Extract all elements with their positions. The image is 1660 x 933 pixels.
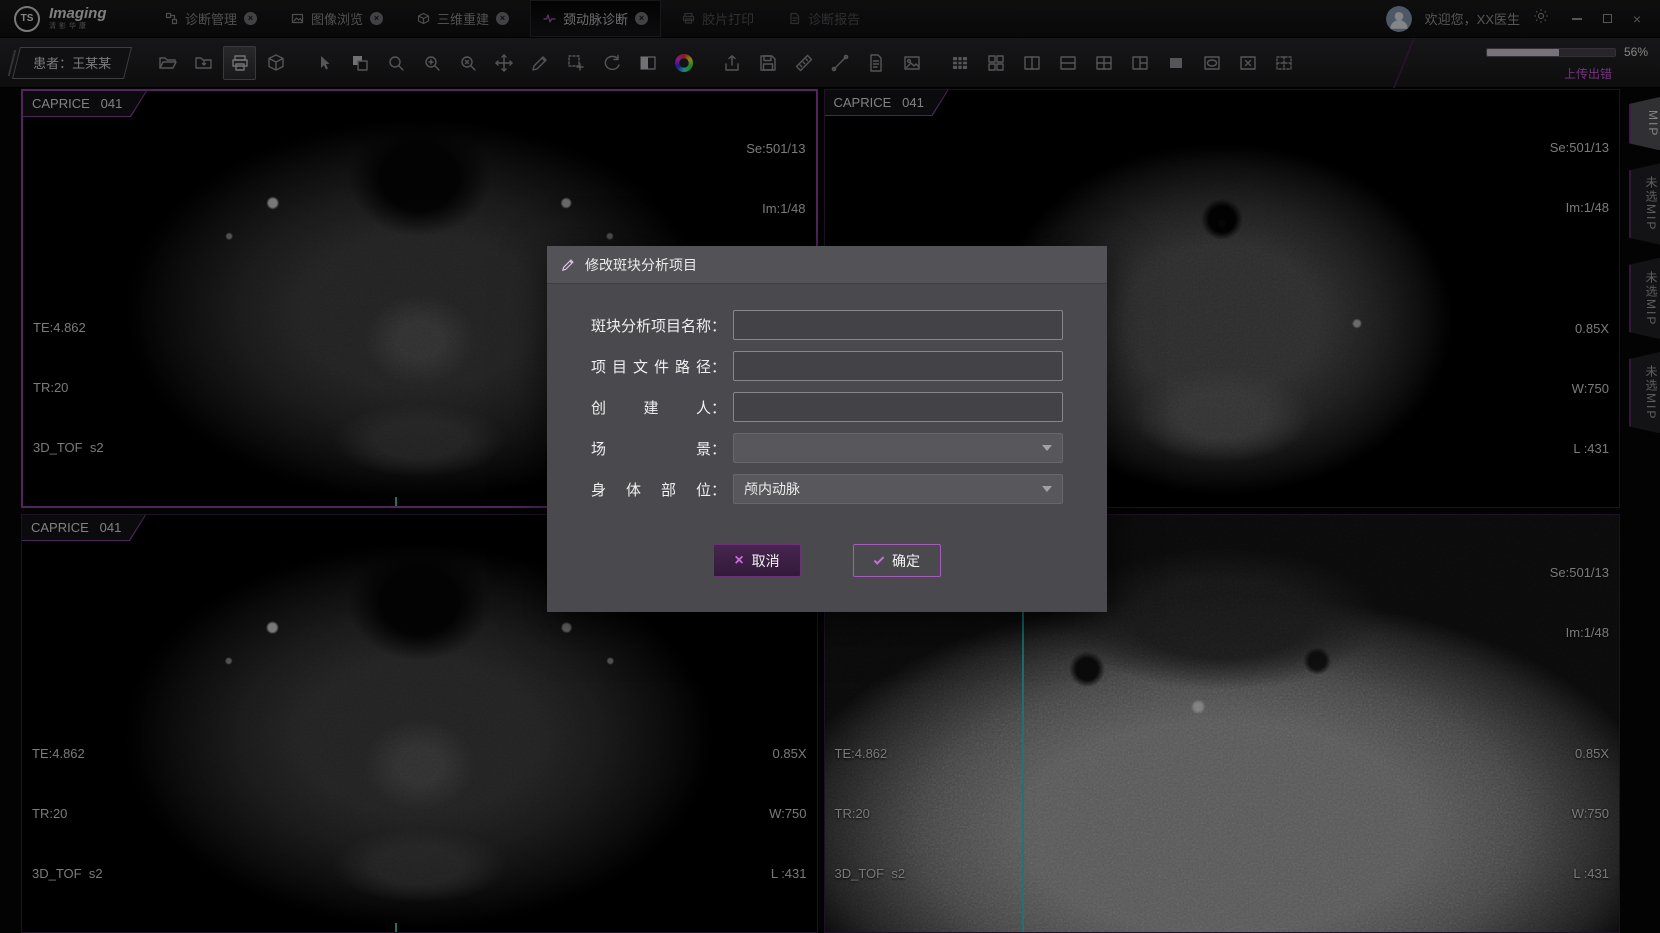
field-project-name: 斑块分析项目名称 ：	[591, 310, 1063, 340]
scene-select[interactable]	[733, 433, 1063, 463]
confirm-check-icon	[874, 554, 885, 565]
dialog-title: 修改斑块分析项目	[585, 255, 697, 275]
app-window: TS Imaging 清影华康 诊断管理 × 图像浏览 × 三维重建 ×	[0, 0, 1660, 933]
scene-label: 场景	[591, 438, 711, 459]
body-part-value: 颅内动脉	[744, 479, 800, 499]
edit-plaque-project-dialog: 修改斑块分析项目 斑块分析项目名称 ： 项目文件路径 ： 创建人 ： 场景 ：	[547, 246, 1107, 612]
chevron-down-icon	[1042, 486, 1052, 492]
cancel-x-icon: ×	[734, 553, 743, 569]
project-name-input[interactable]	[733, 310, 1063, 340]
file-path-label: 项目文件路径	[591, 356, 711, 377]
cancel-label: 取消	[752, 551, 780, 571]
field-body-part: 身体部位 ： 颅内动脉	[591, 474, 1063, 504]
field-creator: 创建人 ：	[591, 392, 1063, 422]
creator-label: 创建人	[591, 397, 711, 418]
confirm-label: 确定	[892, 551, 920, 571]
dialog-header: 修改斑块分析项目	[547, 246, 1107, 284]
edit-pencil-icon	[561, 257, 576, 272]
chevron-down-icon	[1042, 445, 1052, 451]
field-file-path: 项目文件路径 ：	[591, 351, 1063, 381]
field-scene: 场景 ：	[591, 433, 1063, 463]
cancel-button[interactable]: × 取消	[713, 544, 801, 577]
body-part-select[interactable]: 颅内动脉	[733, 474, 1063, 504]
body-part-label: 身体部位	[591, 479, 711, 500]
project-name-label: 斑块分析项目名称	[591, 315, 711, 336]
creator-input[interactable]	[733, 392, 1063, 422]
confirm-button[interactable]: 确定	[853, 544, 941, 577]
file-path-input[interactable]	[733, 351, 1063, 381]
